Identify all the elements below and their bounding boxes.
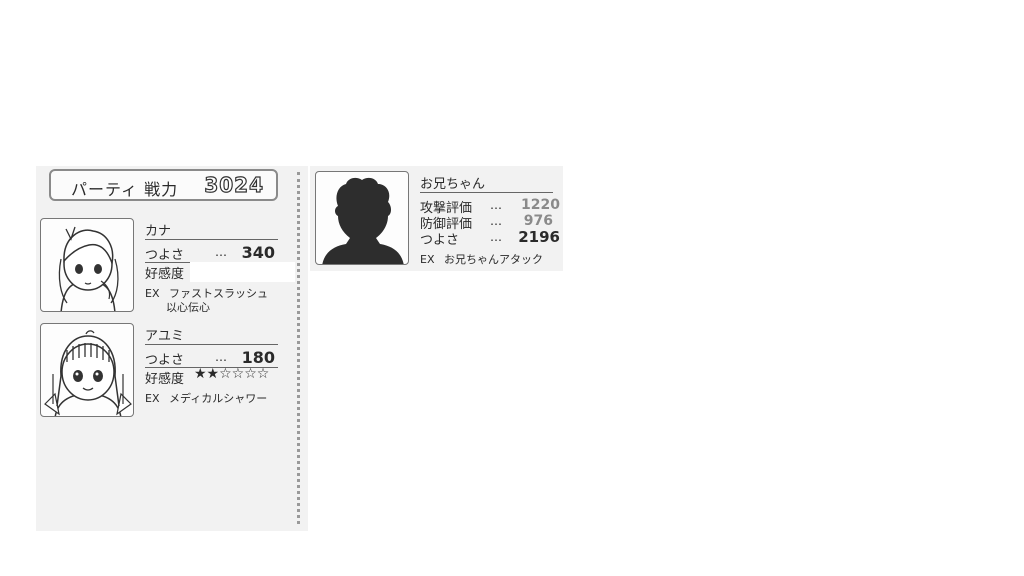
hero-attack-value: 1220 (521, 197, 560, 213)
hero-attack-dots: … (490, 198, 503, 212)
kana-strength-value: 340 (241, 243, 275, 262)
party-power-box: パーティ 戦力 3024 (49, 169, 278, 201)
kana-name: カナ (145, 224, 172, 239)
kana-affinity-bar (190, 262, 295, 282)
ayumi-ex-line1: メディカルシャワー (169, 392, 268, 405)
kana-strength-label: つよさ (145, 248, 185, 263)
ayumi-affinity-label: 好感度 (145, 372, 185, 387)
hero-strength-dots: … (490, 230, 503, 244)
hero-strength-label: つよさ (420, 233, 460, 248)
kana-ex-line2: 以心伝心 (166, 301, 210, 314)
hero-silhouette-icon (322, 177, 404, 264)
ayumi-name: アユミ (145, 329, 185, 344)
ayumi-ex-prefix: EX (145, 392, 160, 405)
hero-ex-skill: EX お兄ちゃんアタック (420, 251, 543, 267)
kana-ex-prefix: EX (145, 287, 160, 300)
panel-divider (297, 172, 300, 524)
ayumi-dots: … (215, 350, 228, 364)
hero-portrait[interactable] (315, 171, 409, 265)
hero-defense-value: 976 (523, 213, 553, 229)
kana-name-rule (145, 239, 278, 240)
ayumi-name-rule (145, 344, 278, 345)
ayumi-strength-label: つよさ (145, 353, 185, 368)
party-power-label: パーティ 戦力 (71, 180, 179, 199)
kana-affinity-label: 好感度 (145, 267, 185, 282)
party-power-value: 3024 (204, 172, 264, 197)
hero-strength-value: 2196 (518, 228, 560, 246)
kana-dots: … (215, 245, 228, 259)
ayumi-strength-value: 180 (241, 348, 275, 367)
hero-ex-prefix: EX (420, 253, 435, 266)
ayumi-portrait[interactable] (40, 323, 134, 417)
hero-defense-dots: … (490, 214, 503, 228)
ayumi-ex-skill: EX メディカルシャワー (145, 390, 267, 406)
hero-ex-name: お兄ちゃんアタック (444, 253, 543, 266)
hero-name-rule (420, 192, 553, 193)
ayumi-portrait-icon (44, 330, 132, 416)
ayumi-affinity-stars: ★★☆☆☆☆ (194, 366, 270, 382)
kana-portrait-icon (58, 226, 119, 311)
kana-portrait[interactable] (40, 218, 134, 312)
hero-name: お兄ちゃん (420, 177, 486, 192)
